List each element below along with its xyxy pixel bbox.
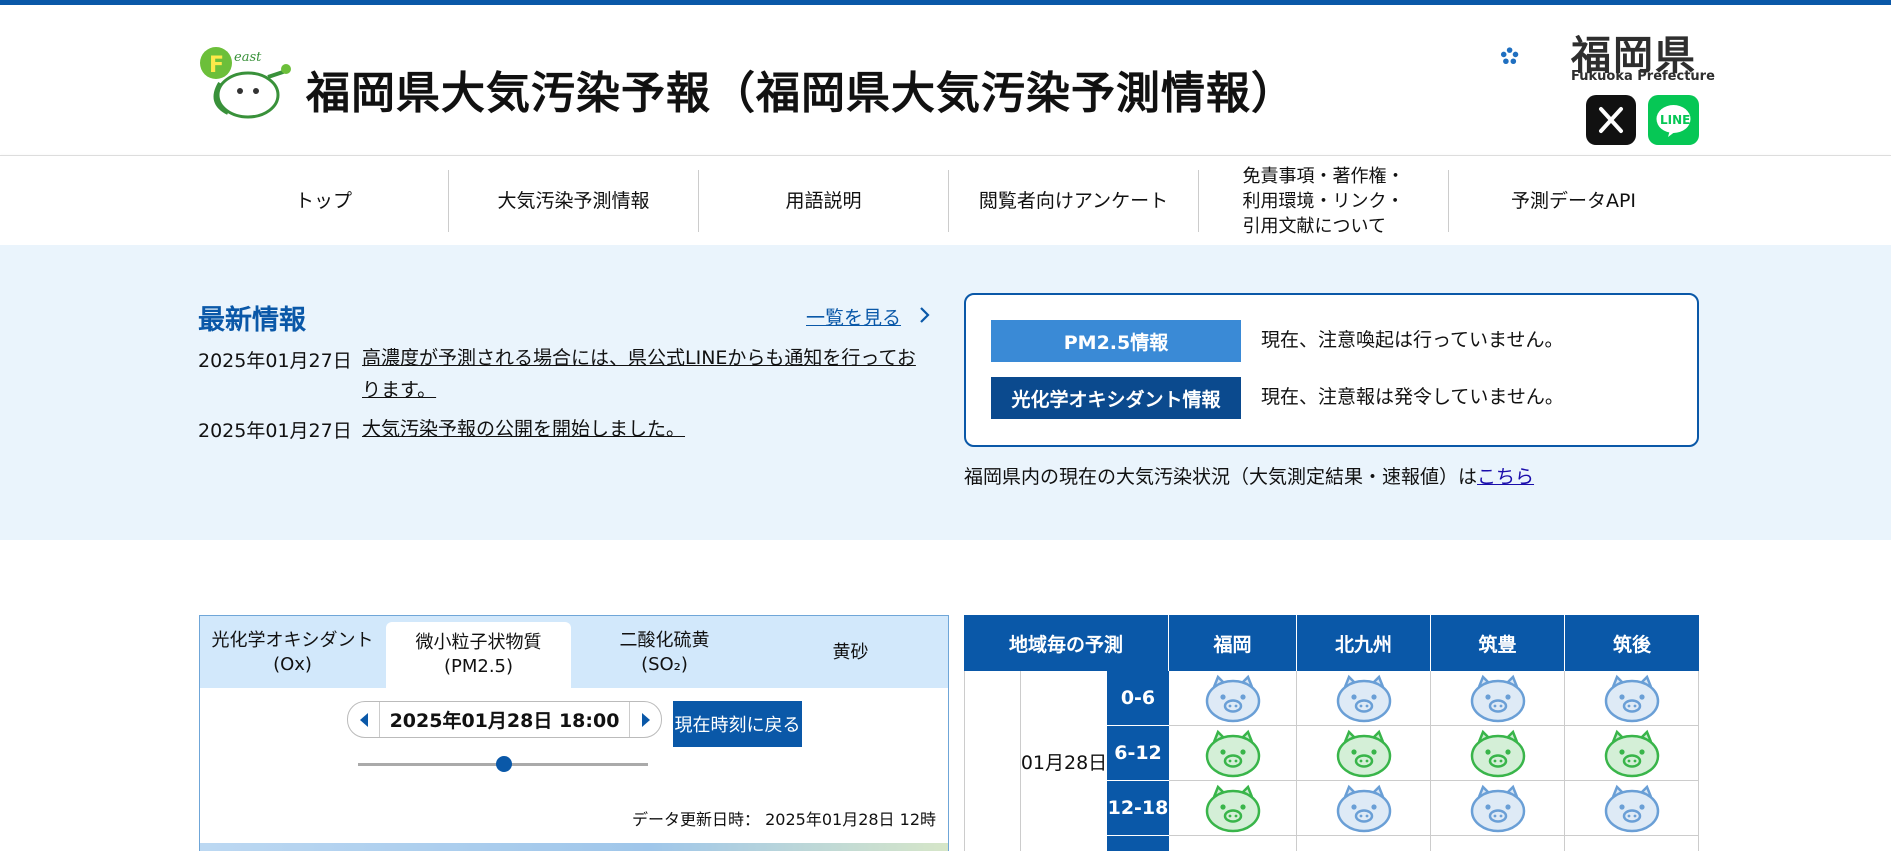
table-header-region: 地域毎の予測 [964, 615, 1169, 671]
pig-face-level-icon [1470, 729, 1525, 778]
feast-mascot-logo[interactable]: F east [198, 43, 292, 125]
tab-sublabel: (Ox) [273, 654, 312, 675]
svg-text:LINE: LINE [1660, 113, 1690, 127]
main-navigation: トップ 大気汚染予測情報 用語説明 閲覧者向けアンケート 免責事項・著作権・ 利… [0, 155, 1891, 245]
news-date: 2025年01月27日 [198, 350, 352, 372]
news-view-all-link[interactable]: 一覧を見る [806, 303, 901, 330]
table-header-kitakyushu: 北九州 [1297, 615, 1431, 671]
next-time-button[interactable] [629, 702, 661, 737]
pig-face-level-icon [1604, 784, 1659, 833]
pig-face-level-icon [1205, 674, 1260, 723]
tab-pm25[interactable]: 微小粒子状物質 (PM2.5) [386, 622, 571, 688]
forecast-level-cell [1297, 726, 1431, 781]
table-left-gutter [964, 671, 1020, 851]
nav-item-glossary[interactable]: 用語説明 [699, 170, 948, 232]
region-forecast-table: 地域毎の予測 福岡 北九州 筑豊 筑後 01月28日 0-6 6-12 12-1… [964, 615, 1699, 851]
tab-sublabel: (PM2.5) [443, 656, 514, 677]
pig-face-level-icon [1336, 729, 1391, 778]
pig-face-level-icon [1205, 729, 1260, 778]
tab-oxidant[interactable]: 光化学オキシダント (Ox) [200, 618, 385, 688]
current-datetime: 2025年01月28日 18:00 [389, 710, 620, 732]
tab-yellow-sand[interactable]: 黄砂 [758, 618, 943, 688]
forecast-level-cell [1297, 836, 1431, 851]
pm25-alert-message: 現在、注意喚起は行っていません。 [1261, 329, 1564, 351]
svg-text:east: east [234, 50, 262, 65]
updated-label: データ更新日時： [632, 810, 761, 829]
site-title[interactable]: 福岡県大気汚染予報（福岡県大気汚染予測情報） [306, 57, 1296, 121]
oxidant-alert-message: 現在、注意報は発令していません。 [1261, 386, 1564, 408]
table-header-chikuho: 筑豊 [1431, 615, 1565, 671]
tab-label: 微小粒子状物質 [415, 632, 542, 653]
pig-face-level-icon [1336, 674, 1391, 723]
forecast-level-cell [1565, 781, 1699, 836]
forecast-level-cell [1297, 671, 1431, 726]
forecast-map[interactable] [200, 843, 948, 851]
forecast-map-panel: 光化学オキシダント (Ox) 微小粒子状物質 (PM2.5) 二酸化硫黄 (SO… [199, 615, 949, 851]
forecast-level-cell [1431, 671, 1565, 726]
forecast-level-cell [1169, 836, 1297, 851]
forecast-level-cell [1431, 726, 1565, 781]
time-slot: 12-18 [1107, 781, 1169, 836]
pig-face-level-icon [1336, 784, 1391, 833]
nav-item-disclaimer[interactable]: 免責事項・著作権・ 利用環境・リンク・ 引用文献について [1199, 166, 1448, 237]
x-share-button[interactable] [1586, 95, 1636, 145]
pig-face-level-icon [1205, 784, 1260, 833]
chevron-right-icon[interactable] [918, 306, 930, 324]
oxidant-alert-tag: 光化学オキシダント情報 [991, 377, 1241, 419]
updated-value: 2025年01月28日 12時 [765, 810, 936, 829]
svg-text:F: F [209, 53, 224, 78]
news-date: 2025年01月27日 [198, 420, 352, 442]
pollutant-tabs: 光化学オキシダント (Ox) 微小粒子状物質 (PM2.5) 二酸化硫黄 (SO… [200, 616, 948, 688]
forecast-level-cell [1169, 726, 1297, 781]
tab-so2[interactable]: 二酸化硫黄 (SO₂) [572, 618, 757, 688]
tab-label: 黄砂 [832, 642, 869, 663]
pig-face-level-icon [1470, 674, 1525, 723]
forecast-level-cell [1431, 836, 1565, 851]
news-link[interactable]: 大気汚染予報の公開を開始しました。 [362, 413, 932, 445]
time-slot: 6-12 [1107, 726, 1169, 781]
forecast-level-cell [1565, 726, 1699, 781]
datetime-selector: 2025年01月28日 18:00 [347, 701, 662, 738]
status-here-link[interactable]: こちら [1477, 466, 1534, 488]
time-slider-thumb[interactable] [496, 756, 512, 772]
forecast-level-cell [1169, 671, 1297, 726]
pig-face-level-icon [1604, 674, 1659, 723]
news-link[interactable]: 高濃度が予測される場合には、県公式LINEからも通知を行っております。 [362, 342, 932, 406]
tab-label: 二酸化硫黄 [619, 630, 710, 651]
tab-sublabel: (SO₂) [641, 654, 688, 675]
triangle-left-icon [359, 712, 368, 727]
forecast-level-cell [1565, 836, 1699, 851]
prefecture-name-en: Fukuoka Prefecture [1571, 69, 1715, 84]
fukuoka-prefecture-emblem-icon[interactable] [1500, 25, 1562, 87]
forecast-level-cell [1431, 781, 1565, 836]
table-header-fukuoka: 福岡 [1169, 615, 1297, 671]
forecast-level-cell [1565, 671, 1699, 726]
pig-face-level-icon [1470, 784, 1525, 833]
table-header-chikugo: 筑後 [1565, 615, 1699, 671]
alert-status-box: PM2.5情報 現在、注意喚起は行っていません。 光化学オキシダント情報 現在、… [964, 293, 1699, 447]
forecast-date: 01月28日 [1020, 671, 1107, 851]
forecast-level-cell [1169, 781, 1297, 836]
news-heading: 最新情報 [198, 305, 306, 336]
data-updated-time: データ更新日時： 2025年01月28日 12時 [632, 806, 936, 830]
tab-label: 光化学オキシダント [211, 630, 374, 651]
current-status-note: 福岡県内の現在の大気汚染状況（大気測定結果・速報値）はこちら [964, 462, 1534, 489]
return-to-now-button[interactable]: 現在時刻に戻る [673, 701, 802, 747]
time-slot: 0-6 [1107, 671, 1169, 726]
status-note-text: 福岡県内の現在の大気汚染状況（大気測定結果・速報値）は [964, 466, 1478, 488]
previous-time-button[interactable] [348, 702, 380, 737]
pig-face-level-icon [1604, 729, 1659, 778]
line-share-button[interactable]: LINE [1648, 95, 1699, 145]
x-logo-icon [1599, 107, 1623, 133]
nav-item-api[interactable]: 予測データAPI [1449, 170, 1698, 232]
nav-item-survey[interactable]: 閲覧者向けアンケート [949, 170, 1198, 232]
pm25-alert-tag: PM2.5情報 [991, 320, 1241, 362]
forecast-level-cell [1297, 781, 1431, 836]
nav-item-forecast-info[interactable]: 大気汚染予測情報 [449, 170, 698, 232]
site-header: F east 福岡県大気汚染予報（福岡県大気汚染予測情報） 福岡県 Fukuok… [0, 5, 1891, 155]
triangle-right-icon [641, 712, 650, 727]
time-slot [1107, 836, 1169, 851]
line-logo-icon: LINE [1656, 105, 1691, 137]
nav-item-top[interactable]: トップ [199, 170, 448, 232]
